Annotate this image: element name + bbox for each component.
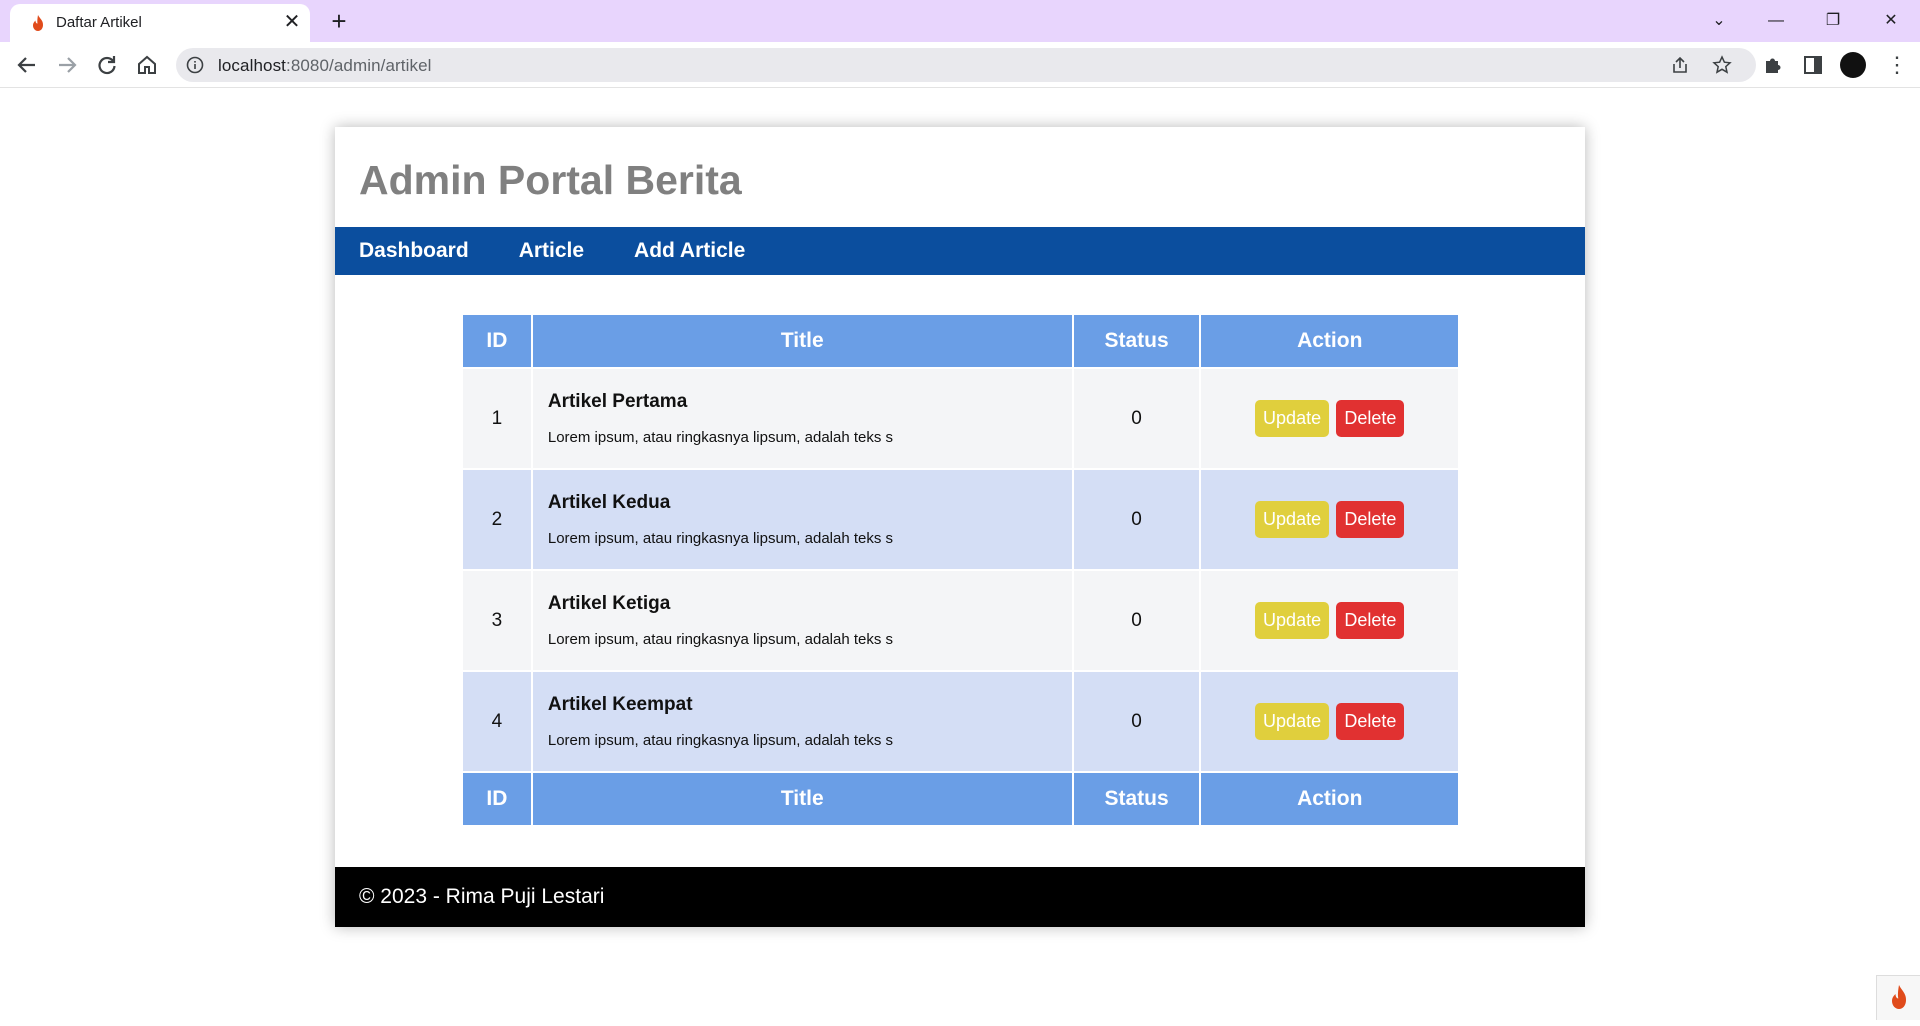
url-path: :8080/admin/artikel (286, 56, 432, 75)
nav-dashboard[interactable]: Dashboard (359, 239, 469, 263)
share-icon[interactable] (1670, 55, 1690, 75)
update-button[interactable]: Update (1255, 602, 1330, 639)
home-icon[interactable] (132, 50, 162, 80)
cell-status: 0 (1071, 468, 1202, 571)
extensions-icon[interactable] (1762, 54, 1784, 76)
minimize-icon[interactable]: — (1753, 6, 1799, 36)
cell-status: 0 (1071, 367, 1202, 470)
cell-title: Artikel Keempat Lorem ipsum, atau ringka… (530, 670, 1074, 773)
profile-avatar[interactable] (1840, 52, 1866, 78)
new-tab-button[interactable]: + (325, 8, 353, 36)
bookmark-star-icon[interactable] (1712, 55, 1732, 75)
cell-title: Artikel Kedua Lorem ipsum, atau ringkasn… (530, 468, 1074, 571)
footer-copyright: © 2023 - Rima Puji Lestari (359, 885, 605, 908)
article-table-section: ID Title Status Action 1 Artikel Pertama… (335, 275, 1585, 867)
delete-button[interactable]: Delete (1336, 703, 1405, 740)
delete-button[interactable]: Delete (1336, 400, 1405, 437)
update-button[interactable]: Update (1255, 501, 1330, 538)
footer-title: Title (530, 771, 1074, 827)
site-info-icon[interactable] (186, 56, 204, 74)
flame-favicon-icon (28, 13, 48, 33)
flame-icon (1892, 985, 1906, 1009)
cell-title: Artikel Ketiga Lorem ipsum, atau ringkas… (530, 569, 1074, 672)
table-row: 2 Artikel Kedua Lorem ipsum, atau ringka… (461, 468, 1460, 571)
browser-tab[interactable]: Daftar Artikel ✕ (10, 4, 310, 42)
article-table: ID Title Status Action 1 Artikel Pertama… (461, 313, 1460, 827)
article-excerpt: Lorem ipsum, atau ringkasnya lipsum, ada… (547, 732, 894, 749)
browser-tab-strip: Daftar Artikel ✕ + ⌄ — ❐ ✕ (0, 0, 1920, 42)
side-panel-icon[interactable] (1802, 54, 1824, 76)
footer-id: ID (461, 771, 533, 827)
cell-action: Update Delete (1199, 569, 1460, 672)
cell-id: 3 (461, 569, 533, 672)
url-text: localhost:8080/admin/artikel (218, 56, 432, 76)
table-header-row: ID Title Status Action (461, 313, 1460, 369)
address-bar[interactable]: localhost:8080/admin/artikel (176, 48, 1756, 82)
cell-action: Update Delete (1199, 670, 1460, 773)
cell-status: 0 (1071, 670, 1202, 773)
page-viewport: Admin Portal Berita Dashboard Article Ad… (0, 89, 1920, 1020)
cell-action: Update Delete (1199, 468, 1460, 571)
table-footer-row: ID Title Status Action (461, 771, 1460, 827)
article-excerpt: Lorem ipsum, atau ringkasnya lipsum, ada… (547, 530, 894, 547)
site-header: Admin Portal Berita (335, 127, 1585, 227)
article-title: Artikel Kedua (547, 492, 671, 513)
browser-toolbar: localhost:8080/admin/artikel ⋮ (0, 42, 1920, 88)
cell-id: 1 (461, 367, 533, 470)
cell-status: 0 (1071, 569, 1202, 672)
window-close-icon[interactable]: ✕ (1868, 6, 1914, 36)
update-button[interactable]: Update (1255, 703, 1330, 740)
header-title: Title (530, 313, 1074, 369)
article-title: Artikel Keempat (547, 694, 693, 715)
main-nav: Dashboard Article Add Article (335, 227, 1585, 275)
footer-action: Action (1199, 771, 1460, 827)
table-row: 3 Artikel Ketiga Lorem ipsum, atau ringk… (461, 569, 1460, 672)
article-excerpt: Lorem ipsum, atau ringkasnya lipsum, ada… (547, 631, 894, 648)
url-host: localhost (218, 56, 286, 75)
header-status: Status (1071, 313, 1202, 369)
cell-action: Update Delete (1199, 367, 1460, 470)
delete-button[interactable]: Delete (1336, 501, 1405, 538)
update-button[interactable]: Update (1255, 400, 1330, 437)
tab-search-icon[interactable]: ⌄ (1696, 6, 1742, 36)
debug-toolbar-toggle[interactable] (1876, 975, 1920, 1020)
article-title: Artikel Pertama (547, 391, 688, 412)
article-title: Artikel Ketiga (547, 593, 671, 614)
table-foot: ID Title Status Action (461, 771, 1460, 827)
tab-title: Daftar Artikel (56, 14, 142, 31)
page-container: Admin Portal Berita Dashboard Article Ad… (335, 127, 1585, 927)
cell-id: 4 (461, 670, 533, 773)
site-footer: © 2023 - Rima Puji Lestari (335, 867, 1585, 927)
table-body: 1 Artikel Pertama Lorem ipsum, atau ring… (461, 367, 1460, 773)
nav-article[interactable]: Article (519, 239, 584, 263)
header-id: ID (461, 313, 533, 369)
restore-icon[interactable]: ❐ (1810, 6, 1856, 36)
delete-button[interactable]: Delete (1336, 602, 1405, 639)
header-action: Action (1199, 313, 1460, 369)
table-row: 4 Artikel Keempat Lorem ipsum, atau ring… (461, 670, 1460, 773)
tab-close-icon[interactable]: ✕ (280, 10, 304, 34)
footer-status: Status (1071, 771, 1202, 827)
table-head: ID Title Status Action (461, 313, 1460, 369)
site-title: Admin Portal Berita (359, 157, 742, 203)
reload-icon[interactable] (92, 50, 122, 80)
forward-icon[interactable] (52, 50, 82, 80)
table-row: 1 Artikel Pertama Lorem ipsum, atau ring… (461, 367, 1460, 470)
browser-menu-icon[interactable]: ⋮ (1886, 52, 1908, 78)
article-excerpt: Lorem ipsum, atau ringkasnya lipsum, ada… (547, 429, 894, 446)
nav-add-article[interactable]: Add Article (634, 239, 745, 263)
cell-title: Artikel Pertama Lorem ipsum, atau ringka… (530, 367, 1074, 470)
back-icon[interactable] (12, 50, 42, 80)
cell-id: 2 (461, 468, 533, 571)
